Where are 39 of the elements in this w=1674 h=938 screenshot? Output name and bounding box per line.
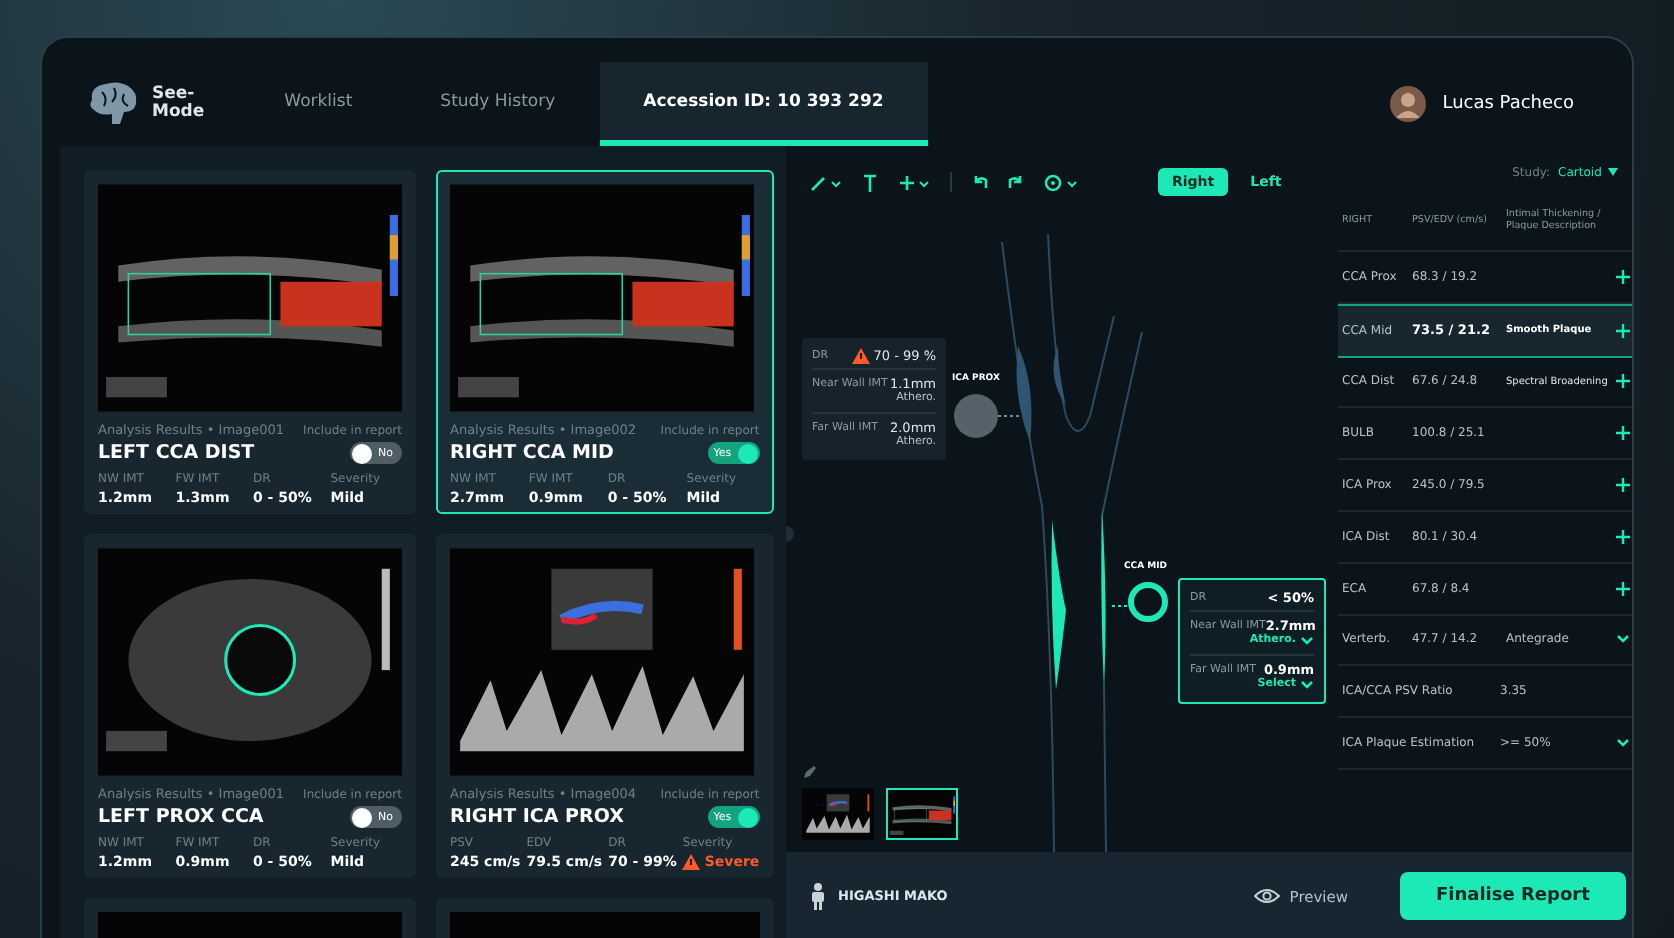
card-title: LEFT CCA DIST [98, 442, 255, 464]
add-tool-icon[interactable] [898, 173, 930, 191]
finalise-report-button[interactable]: Finalise Report [1400, 872, 1626, 920]
nav-tab[interactable]: Accession ID: 10 393 292 [599, 62, 928, 146]
add-icon[interactable] [1613, 529, 1632, 544]
warning-icon [851, 348, 870, 364]
vessel-node[interactable] [954, 394, 998, 438]
add-icon[interactable] [1613, 269, 1632, 284]
image-thumbnail[interactable] [802, 788, 874, 840]
redo-icon[interactable] [1008, 174, 1024, 190]
card-title: RIGHT CCA MID [450, 442, 614, 464]
leader-line [1111, 605, 1129, 607]
nav-tab[interactable]: Worklist [240, 62, 397, 146]
nav-tab[interactable]: Study History [396, 62, 600, 146]
add-icon[interactable] [1613, 478, 1632, 493]
card-title: LEFT PROX CCA [98, 806, 264, 828]
text-tool-icon[interactable] [862, 173, 878, 191]
add-icon[interactable] [1613, 581, 1632, 596]
undo-icon[interactable] [972, 174, 988, 190]
card-title: RIGHT ICA PROX [450, 806, 624, 828]
leader-line [997, 415, 1023, 417]
user-name: Lucas Pacheco [1442, 94, 1574, 114]
pen-tool-icon[interactable] [810, 173, 842, 191]
pencil-icon[interactable] [802, 764, 818, 780]
add-icon[interactable] [1613, 323, 1632, 338]
add-icon[interactable] [1613, 426, 1632, 441]
brain-logo-icon [84, 80, 140, 128]
caret-down-icon [1607, 168, 1618, 176]
chevron-down-icon [1300, 635, 1314, 645]
avatar[interactable] [1390, 86, 1427, 122]
chevron-down-icon [1300, 679, 1314, 689]
vessel-node[interactable] [1128, 582, 1168, 622]
add-icon[interactable] [1613, 374, 1632, 389]
rotate-icon[interactable] [1044, 173, 1078, 191]
image-thumbnail[interactable] [886, 788, 958, 840]
eye-icon [1253, 888, 1280, 904]
warning-icon [682, 854, 701, 870]
logo-text: See- Mode [152, 86, 205, 122]
person-icon [810, 882, 826, 910]
